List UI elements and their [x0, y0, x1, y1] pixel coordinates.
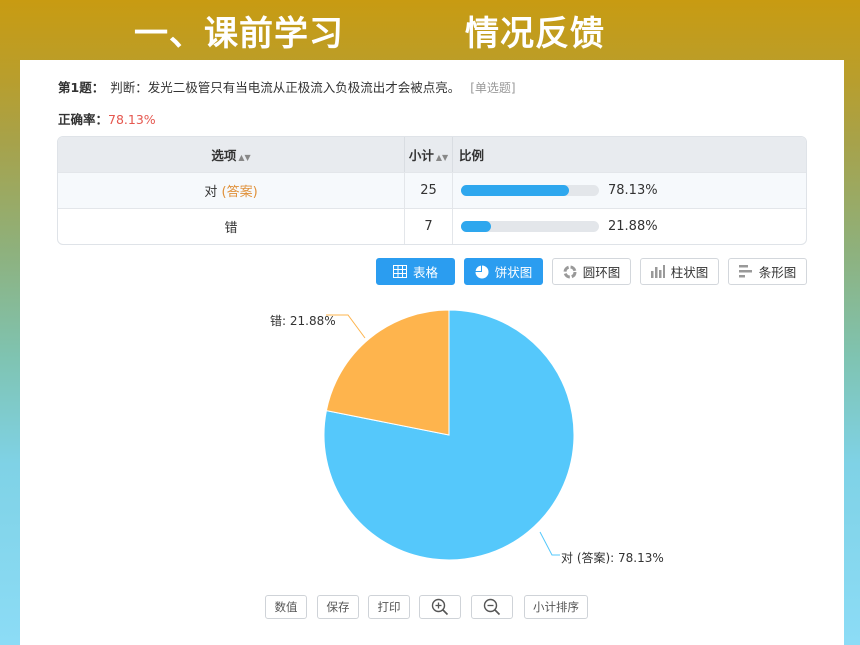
sort-by-count-label: 小计排序 — [533, 600, 579, 614]
show-values-label: 数值 — [274, 600, 298, 614]
question-line: 第1题： 判断：发光二极管只有当电流从正极流入负极流出才会被点亮。 [单选题] — [58, 77, 516, 96]
ratio-bar — [461, 221, 599, 232]
result-table: 选项 ▲▼ 小计 ▲▼ 比例 对 (答案) 25 78.13% 错 7 21.88% — [57, 136, 807, 245]
option-cell: 错 — [58, 208, 405, 244]
ratio-bar-fill — [461, 221, 492, 232]
zoom-out-button[interactable] — [471, 595, 513, 619]
horizontal-bar-chart-icon — [738, 265, 752, 278]
pie-chart — [323, 309, 575, 561]
column-header-option[interactable]: 选项 ▲▼ — [58, 137, 405, 172]
donut-chart-icon — [563, 265, 577, 278]
sort-icon[interactable]: ▲▼ — [238, 153, 250, 162]
view-column-label: 柱状图 — [670, 265, 709, 280]
accuracy-value: 78.13% — [108, 112, 156, 127]
ratio-text: 21.88% — [608, 219, 658, 234]
zoom-in-button[interactable] — [419, 595, 461, 619]
count-cell: 25 — [405, 172, 453, 208]
sort-icon[interactable]: ▲▼ — [436, 153, 448, 162]
accuracy-label: 正确率： — [58, 112, 109, 127]
view-donut-label: 圆环图 — [582, 265, 621, 280]
pie-label-correct: 对 (答案): 78.13% — [561, 551, 664, 565]
pie-label-wrong: 错: 21.88% — [270, 314, 336, 328]
column-header-ratio: 比例 — [453, 137, 806, 172]
option-label: 对 — [204, 185, 218, 200]
pie-chart-icon — [475, 265, 489, 278]
question-number: 第1题： — [58, 80, 105, 95]
result-panel: 第1题： 判断：发光二极管只有当电流从正极流入负极流出才会被点亮。 [单选题] 正确… — [20, 60, 844, 645]
ratio-cell: 78.13% — [453, 172, 806, 208]
save-label: 保存 — [326, 600, 350, 614]
print-label: 打印 — [377, 600, 401, 614]
table-icon — [392, 265, 407, 278]
ratio-cell: 21.88% — [453, 208, 806, 244]
slide-title: 一、课前学习 情况反馈 — [0, 0, 860, 56]
option-label: 错 — [224, 221, 238, 236]
bar-chart-icon — [650, 265, 665, 278]
print-button[interactable]: 打印 — [368, 595, 410, 619]
view-bar-label: 条形图 — [758, 265, 797, 280]
option-cell: 对 (答案) — [58, 172, 405, 208]
accuracy-line: 正确率：78.13% — [58, 109, 156, 128]
zoom-in-icon — [431, 598, 449, 616]
sort-by-count-button[interactable]: 小计排序 — [524, 595, 588, 619]
ratio-text: 78.13% — [608, 183, 658, 198]
view-pie-label: 饼状图 — [494, 265, 533, 280]
view-table-button[interactable]: 表格 — [376, 258, 455, 285]
answer-tag: (答案) — [221, 185, 258, 200]
view-donut-button[interactable]: 圆环图 — [552, 258, 631, 285]
column-header-option-label: 选项 — [211, 148, 237, 163]
table-row: 错 7 21.88% — [58, 208, 806, 244]
zoom-out-icon — [483, 598, 501, 616]
show-values-button[interactable]: 数值 — [265, 595, 307, 619]
count-cell: 7 — [405, 208, 453, 244]
slide-title-part1: 一、课前学习 — [134, 14, 344, 54]
view-pie-button[interactable]: 饼状图 — [464, 258, 543, 285]
question-type: [单选题] — [470, 81, 516, 95]
ratio-bar-fill — [461, 185, 569, 196]
pie-leader-line-correct — [539, 531, 560, 556]
question-text: 判断：发光二极管只有当电流从正极流入负极流出才会被点亮。 — [110, 80, 461, 95]
save-button[interactable]: 保存 — [317, 595, 359, 619]
table-row: 对 (答案) 25 78.13% — [58, 172, 806, 208]
view-column-button[interactable]: 柱状图 — [640, 258, 719, 285]
ratio-bar — [461, 185, 599, 196]
column-header-ratio-label: 比例 — [459, 148, 485, 163]
view-bar-button[interactable]: 条形图 — [728, 258, 807, 285]
column-header-count-label: 小计 — [408, 148, 434, 163]
slide-title-part2: 情况反馈 — [465, 14, 605, 54]
column-header-count[interactable]: 小计 ▲▼ — [405, 137, 453, 172]
view-table-label: 表格 — [412, 265, 438, 280]
